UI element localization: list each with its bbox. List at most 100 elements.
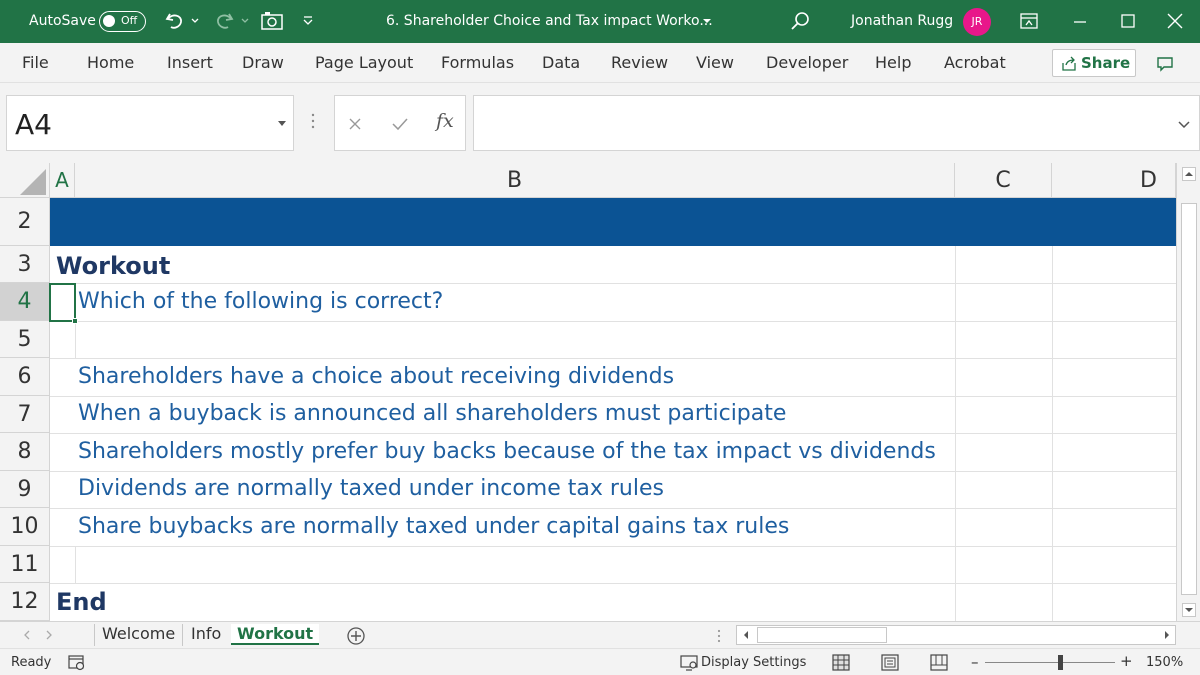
header-banner[interactable] [50, 198, 1176, 246]
scroll-down-icon[interactable] [1182, 603, 1196, 617]
row-header-2[interactable]: 2 [0, 198, 50, 246]
zoom-slider[interactable] [985, 662, 1115, 663]
row-header-4[interactable]: 4 [0, 283, 50, 321]
tab-review[interactable]: Review [611, 53, 668, 72]
share-button[interactable]: Share [1052, 49, 1136, 77]
row-header-12[interactable]: 12 [0, 583, 50, 621]
row-header-9[interactable]: 9 [0, 471, 50, 508]
autosave-state: Off [121, 14, 138, 27]
tab-page-layout[interactable]: Page Layout [315, 53, 413, 72]
column-header-c[interactable]: C [955, 163, 1052, 198]
gridline [50, 283, 1176, 284]
next-sheet-icon[interactable] [44, 630, 54, 640]
zoom-in-button[interactable]: + [1120, 652, 1133, 670]
tab-developer[interactable]: Developer [766, 53, 848, 72]
avatar[interactable]: JR [963, 8, 991, 36]
maximize-icon[interactable] [1120, 13, 1136, 29]
formula-input[interactable] [473, 95, 1200, 151]
add-sheet-icon[interactable] [346, 626, 366, 646]
column-header-d[interactable]: D [1052, 163, 1176, 198]
row-header-11[interactable]: 11 [0, 546, 50, 583]
tab-formulas[interactable]: Formulas [441, 53, 514, 72]
cell-b8[interactable]: Shareholders mostly prefer buy backs bec… [78, 439, 936, 464]
undo-icon[interactable] [164, 10, 186, 32]
prev-sheet-icon[interactable] [22, 630, 32, 640]
tab-file[interactable]: File [22, 53, 49, 72]
title-dropdown-icon[interactable] [702, 16, 712, 26]
scroll-left-icon[interactable] [740, 629, 752, 641]
tab-view[interactable]: View [696, 53, 734, 72]
minimize-icon[interactable] [1072, 14, 1088, 30]
redo-dropdown-icon[interactable] [240, 16, 250, 26]
tab-data[interactable]: Data [542, 53, 580, 72]
enter-check-icon[interactable] [391, 116, 409, 132]
search-icon[interactable] [789, 10, 811, 32]
redo-icon[interactable] [213, 10, 235, 32]
insert-function-icon[interactable]: fx [436, 110, 454, 132]
display-settings-icon [680, 655, 698, 671]
camera-icon[interactable] [260, 11, 284, 31]
accessibility-icon[interactable] [68, 655, 86, 671]
cell-a12[interactable]: End [56, 588, 107, 616]
undo-dropdown-icon[interactable] [190, 16, 200, 26]
sheet-tab-welcome[interactable]: Welcome [102, 624, 175, 643]
gridline [50, 471, 1176, 472]
row-header-10[interactable]: 10 [0, 508, 50, 546]
cell-b6[interactable]: Shareholders have a choice about receivi… [78, 364, 674, 389]
normal-view-icon[interactable] [832, 654, 850, 671]
comments-icon[interactable] [1156, 55, 1174, 73]
row-header-6[interactable]: 6 [0, 358, 50, 396]
close-icon[interactable] [1166, 12, 1184, 30]
tab-draw[interactable]: Draw [242, 53, 284, 72]
row-header-3[interactable]: 3 [0, 246, 50, 283]
sheet-tab-workout[interactable]: Workout [231, 624, 320, 645]
tab-insert[interactable]: Insert [167, 53, 213, 72]
name-box-dropdown-icon[interactable] [277, 120, 287, 128]
name-box[interactable]: A4 [6, 95, 294, 151]
row-header-8[interactable]: 8 [0, 433, 50, 471]
tab-help[interactable]: Help [875, 53, 911, 72]
cancel-icon[interactable] [347, 116, 363, 132]
page-layout-view-icon[interactable] [881, 654, 899, 671]
document-title[interactable]: 6. Shareholder Choice and Tax impact Wor… [386, 13, 713, 29]
vertical-scrollbar[interactable] [1176, 163, 1200, 621]
column-header-a[interactable]: A [50, 163, 75, 198]
cell-b7[interactable]: When a buyback is announced all sharehol… [78, 401, 786, 426]
customize-toolbar-icon[interactable] [302, 15, 314, 27]
scroll-up-icon[interactable] [1182, 167, 1196, 181]
autosave-label: AutoSave [29, 13, 96, 29]
share-icon [1062, 56, 1076, 71]
fill-handle[interactable] [72, 318, 78, 324]
select-all-triangle-icon [20, 169, 46, 195]
horizontal-scrollbar[interactable] [736, 625, 1176, 645]
autosave-toggle[interactable]: Off [99, 11, 146, 32]
vertical-scroll-thumb[interactable] [1181, 203, 1197, 595]
zoom-out-button[interactable]: – [971, 653, 979, 671]
tab-home[interactable]: Home [87, 53, 134, 72]
active-cell-a4[interactable] [49, 283, 78, 324]
page-break-preview-icon[interactable] [930, 654, 948, 671]
ribbon-tabs: File Home Insert Draw Page Layout Formul… [0, 43, 1200, 83]
row-header-7[interactable]: 7 [0, 396, 50, 433]
scroll-right-icon[interactable] [1161, 629, 1173, 641]
ribbon-display-options-icon[interactable] [1020, 13, 1038, 29]
zoom-level[interactable]: 150% [1146, 655, 1183, 670]
share-label: Share [1081, 54, 1131, 72]
user-name: Jonathan Rugg [851, 13, 954, 29]
tab-divider [94, 624, 95, 646]
select-all-corner[interactable] [0, 163, 50, 198]
row-header-5[interactable]: 5 [0, 321, 50, 358]
cell-a3[interactable]: Workout [56, 252, 170, 280]
cell-b9[interactable]: Dividends are normally taxed under incom… [78, 476, 664, 501]
tab-acrobat[interactable]: Acrobat [944, 53, 1006, 72]
display-settings-button[interactable]: Display Settings [701, 655, 806, 670]
column-header-b[interactable]: B [75, 163, 955, 198]
cell-b4[interactable]: Which of the following is correct? [78, 289, 443, 314]
zoom-slider-thumb[interactable] [1058, 655, 1063, 670]
sheet-tab-info[interactable]: Info [191, 624, 221, 643]
cell-b10[interactable]: Share buybacks are normally taxed under … [78, 514, 789, 539]
expand-formula-bar-icon[interactable] [1178, 120, 1190, 130]
horizontal-scroll-thumb[interactable] [757, 627, 887, 643]
tab-splitter-icon[interactable] [716, 628, 722, 644]
formula-bar-grip-icon[interactable] [310, 111, 316, 131]
